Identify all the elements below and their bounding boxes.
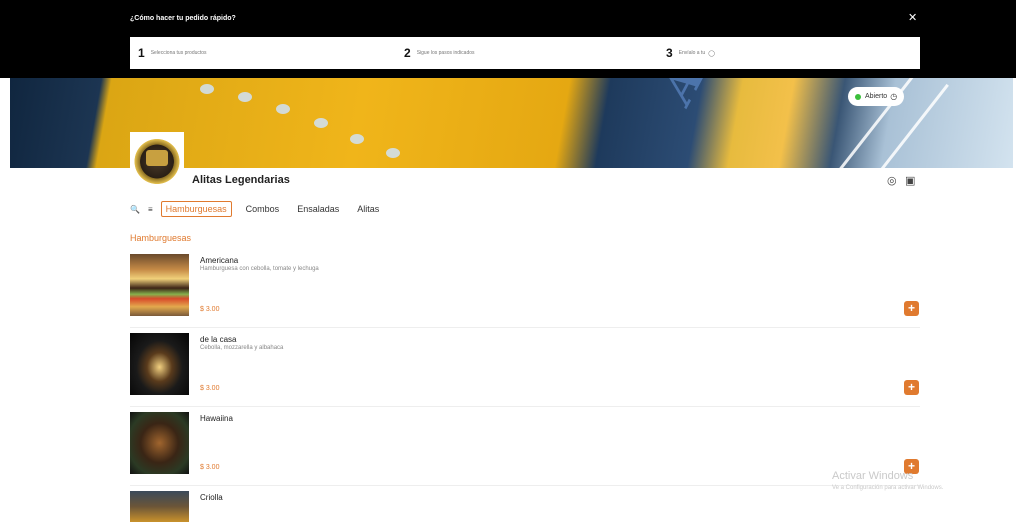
logo-emblem: [146, 150, 168, 166]
decor-dot: [238, 92, 252, 102]
product-item[interactable]: Americana Hamburguesa con cebolla, tomat…: [130, 254, 920, 328]
product-description: Cebolla, mozzarella y albahaca: [200, 345, 284, 351]
step-text: Selecciona tus productos: [150, 50, 207, 56]
product-image: [130, 412, 189, 474]
windows-activation-watermark: Activar Windows Ve a Configuración para …: [832, 470, 943, 491]
search-icon[interactable]: 🔍: [130, 205, 140, 214]
product-name: Hawaiina: [200, 414, 233, 423]
step-number: 1: [138, 46, 145, 60]
product-name: Criolla: [200, 493, 223, 502]
product-image: [130, 491, 189, 522]
add-to-cart-button[interactable]: +: [904, 380, 919, 395]
step-1: 1 Selecciona tus productos: [130, 46, 392, 60]
product-item[interactable]: de la casa Cebolla, mozzarella y albahac…: [130, 333, 920, 407]
tab-alitas[interactable]: Alitas: [353, 202, 383, 216]
decor-dot: [276, 104, 290, 114]
watermark-title: Activar Windows: [832, 470, 914, 482]
tab-combos[interactable]: Combos: [242, 202, 284, 216]
cover-brand-text: Alitas: [650, 78, 767, 111]
whatsapp-icon: ◯: [708, 50, 715, 57]
order-steps: 1 Selecciona tus productos 2 Sigue los p…: [130, 37, 920, 69]
product-price: $ 3.00: [200, 385, 220, 392]
store-logo: [130, 132, 184, 186]
decor-dot: [350, 134, 364, 144]
decor-dot: [386, 148, 400, 158]
tab-ensaladas[interactable]: Ensaladas: [293, 202, 343, 216]
section-title: Hamburguesas: [130, 233, 192, 243]
menu-icon[interactable]: ≡: [148, 205, 153, 214]
product-image: [130, 254, 189, 316]
decor-dot: [314, 118, 328, 128]
step-text: Envíalo a tu: [678, 50, 706, 56]
instagram-icon[interactable]: ▣: [905, 174, 915, 187]
product-item[interactable]: Criolla: [130, 491, 920, 522]
step-2: 2 Sigue los pasos indicados: [392, 46, 658, 60]
product-item[interactable]: Hawaiina $ 3.00 +: [130, 412, 920, 486]
product-price: $ 3.00: [200, 464, 220, 471]
step-text: Sigue los pasos indicados: [416, 50, 475, 56]
banner-title: ¿Cómo hacer tu pedido rápido?: [130, 15, 236, 22]
step-number: 3: [666, 46, 673, 60]
status-label: Abierto: [865, 93, 888, 100]
add-to-cart-button[interactable]: +: [904, 301, 919, 316]
product-name: Americana: [200, 256, 239, 265]
status-dot: [855, 93, 861, 100]
tab-hamburguesas[interactable]: Hamburguesas: [160, 201, 232, 217]
product-name: de la casa: [200, 335, 237, 344]
how-to-order-banner: ¿Cómo hacer tu pedido rápido? ✕ 1 Selecc…: [0, 0, 1016, 78]
watermark-subtitle: Ve a Configuración para activar Windows.: [832, 485, 944, 491]
product-price: $ 3.00: [200, 306, 220, 313]
product-description: Hamburguesa con cebolla, tomate y lechug…: [200, 266, 319, 272]
step-3: 3 Envíalo a tu ◯: [658, 46, 920, 60]
step-number: 2: [404, 46, 411, 60]
whatsapp-icon[interactable]: ◎: [887, 174, 897, 187]
product-image: [130, 333, 189, 395]
category-nav: 🔍 ≡ Hamburguesas Combos Ensaladas Alitas: [130, 201, 393, 217]
close-icon[interactable]: ✕: [908, 13, 917, 24]
store-name: Alitas Legendarias: [192, 174, 290, 186]
decor-dot: [200, 84, 214, 94]
store-status-badge: Abierto ◷: [848, 87, 905, 106]
clock-icon: ◷: [890, 92, 898, 101]
